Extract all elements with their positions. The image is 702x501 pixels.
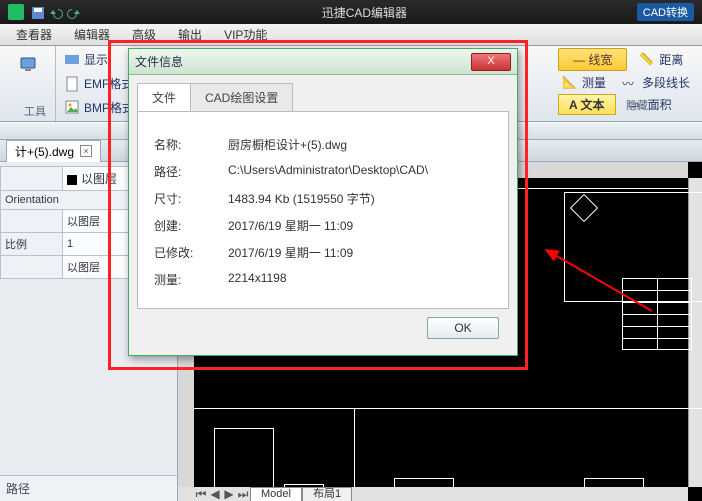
doc-icon <box>64 76 80 92</box>
horizontal-scrollbar[interactable]: ⏮ ◀ ▶ ⏭ Model 布局1 <box>178 487 688 501</box>
document-tab[interactable]: 计+(5).dwg × <box>6 140 101 162</box>
dlg-modified-value: 2017/6/19 星期一 11:09 <box>228 244 353 261</box>
area-label: 面积 <box>648 96 672 113</box>
text-button[interactable]: A 文本 <box>558 94 616 115</box>
line-width-label: 线宽 <box>588 53 612 67</box>
image-icon <box>64 99 80 115</box>
cad-convert-button[interactable]: CAD转换 <box>637 3 694 21</box>
tab-model[interactable]: Model <box>250 487 302 501</box>
qat-redo-icon[interactable] <box>66 5 80 19</box>
line-width-button[interactable]: — 线宽 <box>558 48 627 71</box>
tab-nav-first-icon[interactable]: ⏮ <box>194 487 208 501</box>
app-titlebar: 迅捷CAD编辑器 CAD转换 <box>0 0 702 24</box>
document-tab-label: 计+(5).dwg <box>15 143 74 160</box>
prop-layer-value: 以图层 <box>81 172 117 186</box>
app-icon <box>8 4 24 20</box>
display-icon <box>20 56 36 72</box>
menu-editor[interactable]: 编辑器 <box>64 24 120 45</box>
ribbon-emf-btn[interactable]: EMF格式 <box>60 74 137 93</box>
measure-button[interactable]: 📐测量 <box>558 73 610 92</box>
distance-button[interactable]: 📏距离 <box>635 50 687 69</box>
dialog-tabs: 文件 CAD绘图设置 <box>137 83 509 112</box>
dlg-name-label: 名称: <box>154 136 228 153</box>
ribbon-group-hide-label: 隐藏 <box>626 97 648 113</box>
side-path-label: 路径 <box>0 475 177 501</box>
dialog-close-button[interactable]: X <box>471 53 511 71</box>
qat-save-icon[interactable] <box>30 5 44 19</box>
menu-viewer[interactable]: 查看器 <box>6 24 62 45</box>
menu-advanced[interactable]: 高级 <box>122 24 166 45</box>
dlg-measure-value: 2214x1198 <box>228 271 287 288</box>
document-tab-close-icon[interactable]: × <box>80 145 92 157</box>
ribbon-bmp-btn[interactable]: BMP格式 <box>60 98 138 117</box>
ribbon-show-button[interactable] <box>0 46 55 82</box>
dlg-name-value: 厨房橱柜设计+(5).dwg <box>228 136 347 153</box>
dialog-tab-file[interactable]: 文件 <box>137 83 191 111</box>
tab-layout1[interactable]: 布局1 <box>302 487 352 501</box>
dialog-content: 名称:厨房橱柜设计+(5).dwg 路径:C:\Users\Administra… <box>137 112 509 309</box>
measure-icon: 📐 <box>562 75 578 91</box>
measure-label: 测量 <box>582 74 606 91</box>
dialog-tab-settings[interactable]: CAD绘图设置 <box>190 83 293 111</box>
dialog-titlebar[interactable]: 文件信息 X <box>129 49 517 75</box>
ribbon-display-btn[interactable]: 显示 <box>60 50 112 69</box>
polyline-icon: 〰 <box>622 75 638 91</box>
dlg-path-value: C:\Users\Administrator\Desktop\CAD\ <box>228 163 428 180</box>
tab-nav-next-icon[interactable]: ▶ <box>222 487 236 501</box>
app-title: 迅捷CAD编辑器 <box>92 4 637 21</box>
dlg-created-label: 创建: <box>154 217 228 234</box>
menu-vip[interactable]: VIP功能 <box>214 24 277 45</box>
dialog-title: 文件信息 <box>135 53 471 70</box>
qat-undo-icon[interactable] <box>48 5 62 19</box>
distance-label: 距离 <box>659 51 683 68</box>
ribbon-display-label: 显示 <box>84 51 108 68</box>
model-layout-tabs: ⏮ ◀ ▶ ⏭ Model 布局1 <box>194 487 352 501</box>
dlg-size-label: 尺寸: <box>154 190 228 207</box>
ribbon-emf-label: EMF格式 <box>84 75 133 92</box>
dlg-measure-label: 测量: <box>154 271 228 288</box>
tab-nav-last-icon[interactable]: ⏭ <box>236 487 250 501</box>
dlg-created-value: 2017/6/19 星期一 11:09 <box>228 217 353 234</box>
prop-scale-label: 比例 <box>1 233 63 256</box>
menu-output[interactable]: 输出 <box>168 24 212 45</box>
ribbon-right-group: — 线宽 📏距离 📐测量 〰多段线长 A 文本 ▭面积 隐藏 <box>558 48 698 115</box>
color-swatch-icon <box>67 175 77 185</box>
ribbon-group-tools-label: 工具 <box>24 103 46 119</box>
dlg-modified-label: 已修改: <box>154 244 228 261</box>
polyline-button[interactable]: 〰多段线长 <box>618 73 694 92</box>
dialog-ok-button[interactable]: OK <box>427 317 499 339</box>
dlg-path-label: 路径: <box>154 163 228 180</box>
tab-nav-prev-icon[interactable]: ◀ <box>208 487 222 501</box>
quick-access-toolbar <box>30 5 80 19</box>
menubar: 查看器 编辑器 高级 输出 VIP功能 <box>0 24 702 46</box>
ruler-icon: 📏 <box>639 52 655 68</box>
dlg-size-value: 1483.94 Kb (1519550 字节) <box>228 190 375 207</box>
polyline-label: 多段线长 <box>642 74 690 91</box>
ribbon-bmp-label: BMP格式 <box>84 99 134 116</box>
file-info-dialog: 文件信息 X 文件 CAD绘图设置 名称:厨房橱柜设计+(5).dwg 路径:C… <box>128 48 518 356</box>
